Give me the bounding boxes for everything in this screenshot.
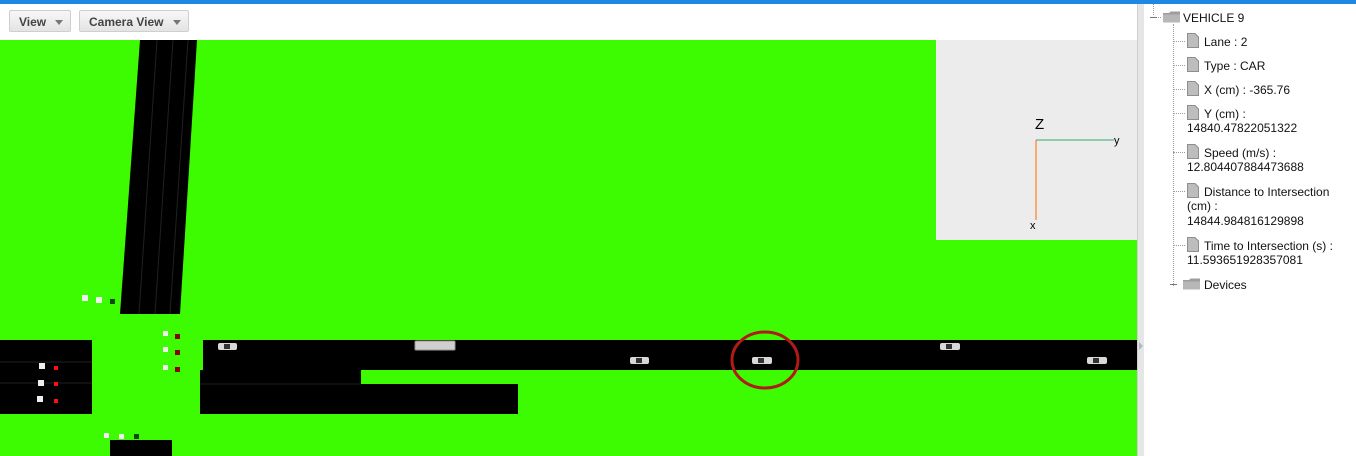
x-axis-label: x [1030, 220, 1036, 232]
tree-root-label: VEHICLE 9 [1183, 11, 1245, 25]
file-icon [1187, 237, 1199, 252]
tree-line [1173, 245, 1185, 246]
tree-line [1173, 191, 1185, 192]
tree-line [1173, 65, 1185, 66]
tree-item-value: 11.593651928357081 [1187, 253, 1303, 267]
tree-line [1173, 113, 1185, 114]
tree-item-value: 14840.47822051322 [1187, 121, 1298, 135]
tree-item-label: Time to Intersection (s) : [1204, 239, 1333, 253]
camera-view-dropdown-label: Camera View [89, 15, 164, 29]
view-dropdown-button[interactable]: View [9, 10, 71, 32]
z-axis-label: Z [1035, 116, 1044, 133]
folder-icon [1183, 278, 1200, 290]
tree-node-devices-label: Devices [1204, 278, 1247, 292]
collapse-toggle[interactable] [1169, 280, 1178, 289]
south-road [110, 440, 172, 456]
axes-gizmo: Z x y [1030, 116, 1120, 232]
tree-item-value: 14844.984816129898 [1187, 214, 1304, 228]
tree-item-type[interactable]: Type : CAR [1204, 59, 1265, 73]
tree-item-time[interactable]: Time to Intersection (s) : [1204, 239, 1333, 253]
file-icon [1187, 57, 1199, 72]
vehicle[interactable] [1087, 357, 1107, 364]
tree-item-lane[interactable]: Lane : 2 [1204, 35, 1247, 49]
tree-line [1173, 152, 1185, 153]
collapse-arrow-icon[interactable] [1139, 342, 1143, 350]
tree-item-distance-value: 14844.984816129898 [1187, 214, 1304, 228]
tree-item-y-value: 14840.47822051322 [1187, 121, 1297, 135]
tree-item-label: Type : CAR [1204, 59, 1266, 73]
tree-item-time-value: 11.593651928357081 [1187, 253, 1303, 267]
traffic-signal-group-north [82, 295, 115, 304]
view-dropdown-label: View [19, 15, 47, 29]
tree-item-label: Y (cm) : [1204, 107, 1246, 121]
east-road-main [203, 340, 1137, 370]
chevron-down-icon [55, 20, 63, 25]
west-road [0, 340, 92, 414]
tree-item-label: X (cm) : -365.76 [1204, 83, 1291, 97]
bus-vehicle[interactable] [414, 340, 456, 351]
tree-item-y[interactable]: Y (cm) : [1204, 107, 1246, 121]
file-icon [1187, 105, 1199, 120]
file-icon [1187, 144, 1199, 159]
y-axis-label: y [1114, 135, 1120, 147]
tree-item-distance[interactable]: Distance to Intersection [1204, 185, 1329, 199]
file-icon [1187, 33, 1199, 48]
east-road-lane-3 [200, 384, 518, 414]
collapse-toggle[interactable] [1149, 13, 1158, 22]
tree-item-x[interactable]: X (cm) : -365.76 [1204, 83, 1290, 97]
tree-item-label: Distance to Intersection [1204, 185, 1330, 199]
vehicle[interactable] [630, 357, 649, 364]
vehicle[interactable] [940, 343, 960, 350]
tree-item-label: (cm) : [1187, 199, 1218, 213]
traffic-signal-group-east [163, 331, 180, 372]
vehicle-properties-tree: VEHICLE 9 Lane : 2 Type : CAR X (cm) : -… [1144, 4, 1356, 456]
simulation-viewport[interactable]: Z x y [0, 40, 1137, 456]
tree-line [1173, 41, 1185, 42]
toolbar: View Camera View [0, 4, 1137, 40]
camera-view-dropdown-button[interactable]: Camera View [79, 10, 189, 32]
tree-root-vehicle-9[interactable]: VEHICLE 9 [1183, 11, 1244, 25]
folder-icon [1163, 11, 1180, 23]
tree-item-speed[interactable]: Speed (m/s) : [1204, 146, 1276, 160]
axes-gizmo-panel: Z x y [936, 40, 1137, 240]
tree-line [1173, 24, 1174, 286]
tree-node-devices[interactable]: Devices [1204, 278, 1247, 292]
vehicle[interactable] [218, 343, 237, 350]
chevron-down-icon [173, 20, 181, 25]
tree-item-label: Lane : 2 [1204, 35, 1248, 49]
tree-item-label: Speed (m/s) : [1204, 146, 1277, 160]
tree-item-speed-value: 12.804407884473688 [1187, 160, 1304, 174]
tree-item-distance-unit: (cm) : [1187, 199, 1218, 213]
traffic-signal-group-south [104, 433, 139, 439]
tree-item-value: 12.804407884473688 [1187, 160, 1304, 174]
east-road-lane-2 [200, 370, 361, 384]
file-icon [1187, 183, 1199, 198]
file-icon [1187, 81, 1199, 96]
tree-line [1173, 89, 1185, 90]
vehicle-9-selected[interactable] [752, 357, 772, 364]
panel-splitter[interactable] [1137, 4, 1144, 456]
